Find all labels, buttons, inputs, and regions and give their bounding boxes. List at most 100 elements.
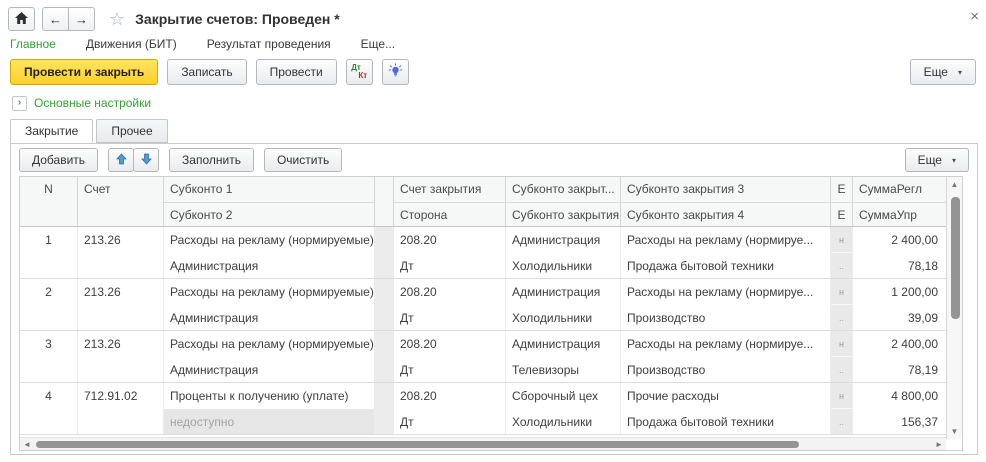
cell-close-subconto1: Администрация [506,331,620,357]
column-header-close-subconto1: Субконто закрыт... [506,177,620,202]
column-header-spacer [375,177,394,226]
menu-item-more[interactable]: Еще... [361,37,395,51]
cell-close-subconto4: Продажа бытовой техники [621,409,830,434]
menubar: Главное Движения (БИТ) Результат проведе… [0,34,986,56]
table-row[interactable]: 1 213.26 Расходы на рекламу (нормируемые… [20,227,946,279]
scroll-down-icon[interactable]: ▼ [947,425,962,438]
scroll-right-icon[interactable]: ► [932,438,946,451]
move-up-button[interactable] [108,148,134,172]
column-header-sum-upr: СуммаУпр [853,202,946,226]
history-nav: ← → [42,7,95,31]
cell-close-subconto2: Телевизоры [506,357,620,382]
tab-zakrytie[interactable]: Закрытие [10,119,93,143]
arrow-down-icon [141,153,152,168]
favorite-star-icon[interactable]: ☆ [109,10,125,28]
chevron-down-icon: ▾ [958,68,962,77]
clear-button[interactable]: Очистить [264,148,342,172]
cell-account: 213.26 [78,279,163,305]
cell-side: Дт [394,409,505,434]
cell-account: 213.26 [78,331,163,357]
cell-e2: .. [831,409,852,434]
cell-account: 712.91.02 [78,383,163,409]
cell-subconto2: недоступно [164,409,374,434]
post-button[interactable]: Провести [256,59,337,85]
vertical-scrollbar[interactable]: ▲ ▼ [946,177,962,439]
show-postings-button[interactable]: Дт Кт [346,59,373,85]
cell-close-subconto2: Холодильники [506,305,620,330]
cell-sum-upr: 156,37 [853,409,946,434]
horizontal-scrollbar[interactable]: ◄ ► [20,437,946,450]
cell-sum-upr: 78,18 [853,253,946,278]
horizontal-scroll-track[interactable] [34,440,932,449]
dt-kt-icon: Дт Кт [351,64,367,80]
cell-e2: .. [831,357,852,382]
settings-group: › Основные настройки [0,88,986,116]
scroll-left-icon[interactable]: ◄ [20,438,34,451]
column-header-side: Сторона [394,202,505,226]
cell-subconto1: Проценты к получению (уплате) [164,383,374,409]
home-button[interactable] [8,7,35,31]
column-header-subconto1: Субконто 1 [164,177,374,202]
document-window: ← → ☆ Закрытие счетов: Проведен * × Глав… [0,0,986,462]
closing-table: N Счет Субконто 1 Субконто 2 Счет закрыт… [19,176,963,451]
main-settings-link[interactable]: Основные настройки [34,96,151,110]
cell-spacer [375,383,394,434]
tab-panel: Добавить Заполнить Очистить Еще ▾ [10,143,978,455]
close-icon[interactable]: × [970,9,979,24]
tab-prochee[interactable]: Прочее [96,119,167,143]
column-header-subconto2: Субконто 2 [164,202,374,226]
cell-close-subconto2: Холодильники [506,253,620,278]
table-row[interactable]: 2 213.26 Расходы на рекламу (нормируемые… [20,279,946,331]
page-title: Закрытие счетов: Проведен * [135,11,340,27]
cell-e1: н [831,331,852,357]
cell-side: Дт [394,357,505,382]
cell-subconto2: Администрация [164,253,374,278]
grid-more-button[interactable]: Еще ▾ [905,148,969,172]
move-row-buttons [108,148,159,172]
cell-subconto2: Администрация [164,357,374,382]
cell-sum-regl: 4 800,00 [853,383,946,409]
column-header-sum-regl: СуммаРегл [853,177,946,202]
menu-item-rezultat-provedeniya[interactable]: Результат проведения [207,37,331,51]
home-icon [15,12,28,27]
scroll-up-icon[interactable]: ▲ [947,178,962,191]
cell-close-subconto4: Производство [621,357,830,382]
table-row[interactable]: 4 712.91.02 Проценты к получению (уплате… [20,383,946,435]
vertical-scroll-thumb[interactable] [951,197,960,319]
chevron-down-icon: ▾ [952,156,956,165]
cell-sum-regl: 2 400,00 [853,227,946,253]
cell-n: 3 [20,331,77,357]
cell-sum-upr: 39,09 [853,305,946,330]
tab-strip: Закрытие Прочее [0,116,986,143]
back-button[interactable]: ← [42,7,69,31]
menu-item-dvizheniya-bit[interactable]: Движения (БИТ) [86,37,177,51]
cell-spacer [375,331,394,382]
column-header-account: Счет [78,177,163,202]
move-down-button[interactable] [133,148,159,172]
column-header-e1: Е [831,177,852,202]
titlebar: ← → ☆ Закрытие счетов: Проведен * × [0,0,986,34]
cell-close-subconto1: Сборочный цех [506,383,620,409]
vertical-scroll-track[interactable] [947,191,962,425]
lightbulb-icon [388,63,403,81]
fill-button[interactable]: Заполнить [169,148,254,172]
add-row-button[interactable]: Добавить [19,148,98,172]
write-button[interactable]: Записать [167,59,246,85]
cell-sum-regl: 1 200,00 [853,279,946,305]
cell-close-account: 208.20 [394,331,505,357]
cell-spacer [375,279,394,330]
cell-close-subconto4: Производство [621,305,830,330]
expand-chevron-icon[interactable]: › [12,96,27,111]
cell-subconto2: Администрация [164,305,374,330]
table-row[interactable]: 3 213.26 Расходы на рекламу (нормируемые… [20,331,946,383]
forward-button[interactable]: → [68,7,95,31]
cell-subconto1: Расходы на рекламу (нормируемые) [164,279,374,305]
hint-button[interactable] [382,59,409,85]
cell-e1: н [831,383,852,409]
horizontal-scroll-thumb[interactable] [36,441,799,448]
toolbar-more-button[interactable]: Еще ▾ [910,59,976,85]
menu-item-glavnoe[interactable]: Главное [10,37,56,51]
post-and-close-button[interactable]: Провести и закрыть [10,59,158,85]
cell-close-subconto3: Расходы на рекламу (нормируе... [621,331,830,357]
cell-account: 213.26 [78,227,163,253]
